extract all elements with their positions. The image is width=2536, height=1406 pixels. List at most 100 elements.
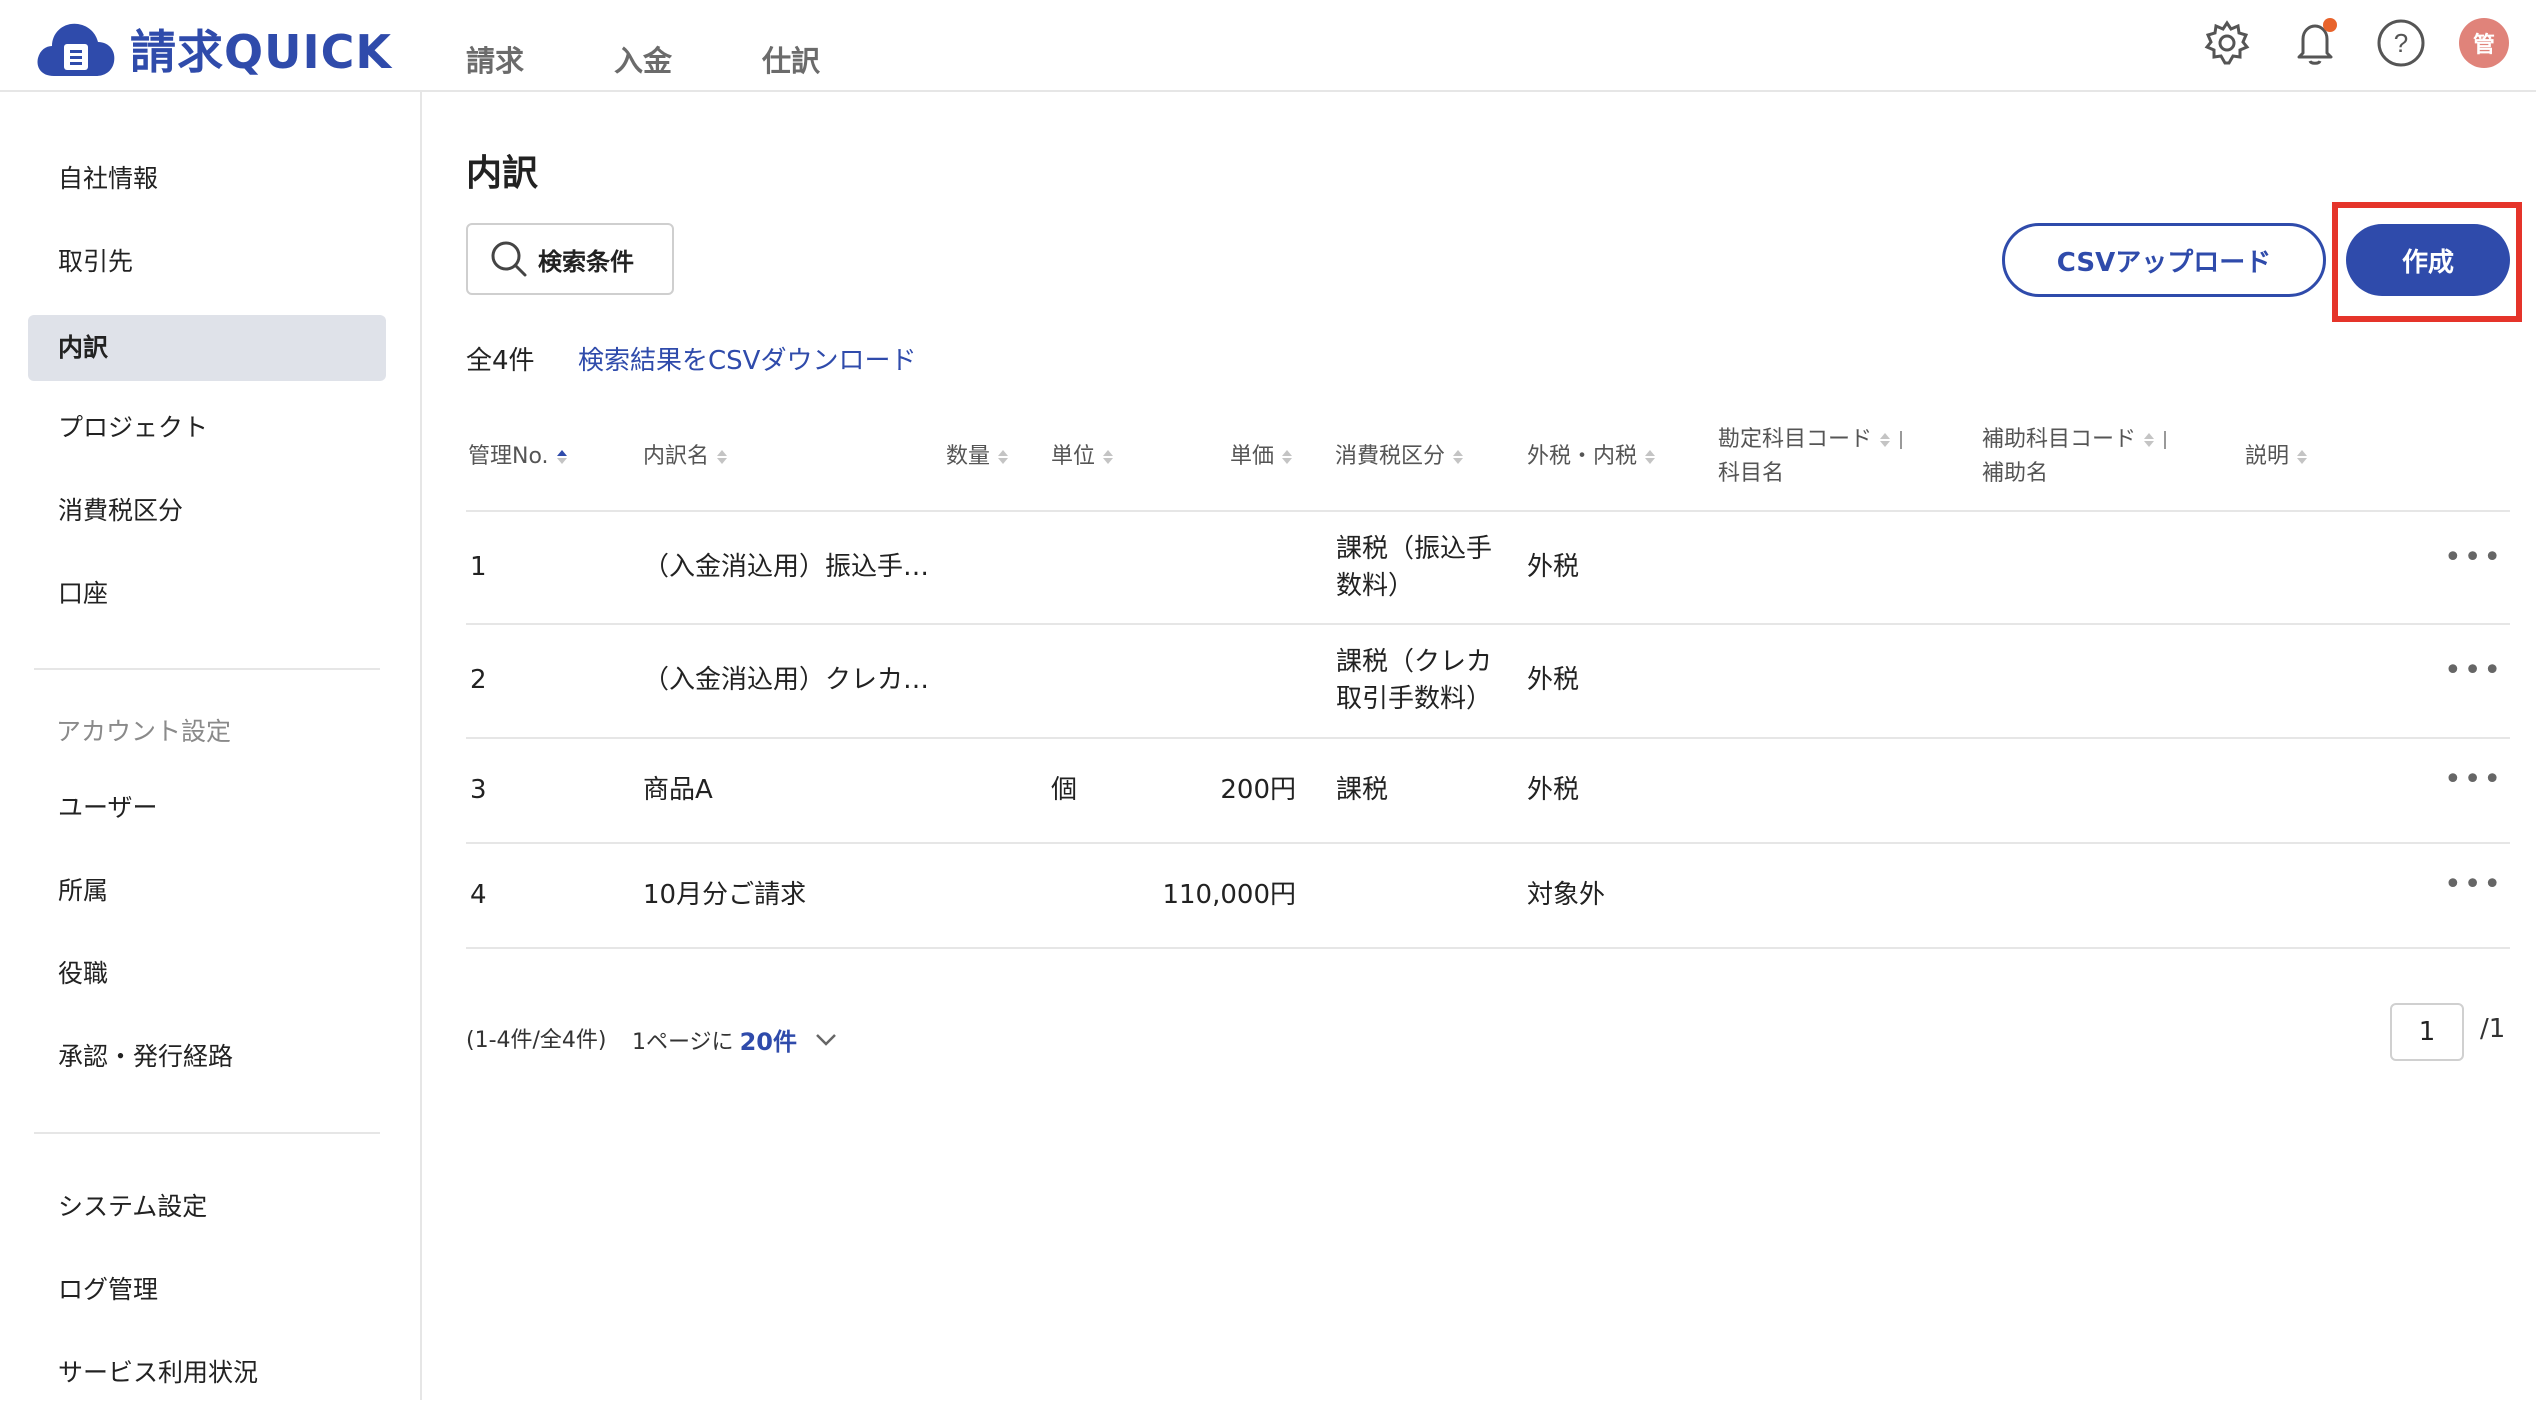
- sidebar: 自社情報 取引先 内訳 プロジェクト 消費税区分 口座 アカウント設定 ユーザー…: [0, 92, 422, 1400]
- table-divider: [466, 623, 2510, 625]
- sort-icon: [717, 450, 728, 464]
- search-conditions-label: 検索条件: [538, 247, 634, 276]
- column-header-sub-account[interactable]: 補助科目コード 補助名: [1982, 423, 2167, 491]
- column-header-tax-class[interactable]: 消費税区分: [1335, 440, 1464, 474]
- sidebar-item-system-settings[interactable]: システム設定: [28, 1174, 386, 1240]
- sidebar-item-positions[interactable]: 役職: [28, 941, 386, 1007]
- row-menu-icon[interactable]: •••: [2444, 762, 2503, 797]
- sort-icon: [1880, 433, 1891, 447]
- svg-text:?: ?: [2394, 28, 2408, 58]
- sort-icon: [1645, 450, 1656, 464]
- sidebar-item-company[interactable]: 自社情報: [28, 146, 386, 212]
- cell-name: 10月分ご請求: [643, 880, 807, 910]
- cell-tax-type: 外税: [1527, 775, 1580, 805]
- sort-icon: [556, 450, 567, 464]
- row-menu-icon[interactable]: •••: [2444, 867, 2503, 902]
- sort-icon: [1453, 450, 1464, 464]
- pagination-range: (1-4件/全4件): [466, 1028, 607, 1053]
- column-header-qty[interactable]: 数量: [946, 440, 1009, 474]
- cell-no: 3: [470, 775, 487, 805]
- search-icon: [491, 241, 527, 277]
- table-divider: [466, 842, 2510, 844]
- nav-payment[interactable]: 入金: [614, 38, 672, 80]
- cell-price: 200円: [1220, 775, 1296, 805]
- nav-journal[interactable]: 仕訳: [762, 38, 820, 80]
- sidebar-item-clients[interactable]: 取引先: [28, 229, 386, 295]
- search-conditions-button[interactable]: 検索条件: [466, 223, 674, 295]
- page-number-input[interactable]: 1: [2390, 1003, 2464, 1061]
- cell-tax-type: 外税: [1527, 552, 1580, 582]
- avatar[interactable]: 管: [2459, 18, 2509, 68]
- column-header-sub-name: 補助名: [1982, 461, 2049, 486]
- column-header-name[interactable]: 内訳名: [643, 440, 728, 474]
- gear-icon: [2204, 20, 2250, 65]
- app-logo[interactable]: 請求QUICK: [34, 16, 392, 82]
- sidebar-item-service-usage[interactable]: サービス利用状況: [28, 1340, 386, 1406]
- sidebar-item-accounts[interactable]: 口座: [28, 561, 386, 627]
- sidebar-item-departments[interactable]: 所属: [28, 858, 386, 924]
- top-nav: 請求 入金 仕訳: [466, 38, 820, 80]
- nav-invoice[interactable]: 請求: [466, 38, 524, 80]
- column-header-tax-type[interactable]: 外税・内税: [1527, 440, 1656, 474]
- cell-tax-class-line2: 数料）: [1336, 571, 1415, 601]
- sort-icon: [2144, 433, 2155, 447]
- per-page-value: 20件: [739, 1028, 797, 1056]
- cell-tax-type: 対象外: [1527, 880, 1606, 910]
- header-separator: [2164, 431, 2167, 449]
- app-name: 請求QUICK: [130, 25, 392, 79]
- column-header-price[interactable]: 単価: [1230, 440, 1293, 474]
- sidebar-item-users[interactable]: ユーザー: [28, 775, 386, 841]
- cell-name: （入金消込用）振込手…: [643, 552, 930, 582]
- help-icon: ?: [2377, 19, 2425, 67]
- header-separator: [1900, 431, 1903, 449]
- per-page-select[interactable]: 1ページに 20件: [632, 1022, 841, 1057]
- sidebar-item-approval-route[interactable]: 承認・発行経路: [28, 1024, 386, 1090]
- page-title: 内訳: [466, 153, 539, 194]
- cell-no: 1: [470, 552, 487, 582]
- sort-icon: [998, 450, 1009, 464]
- row-menu-icon[interactable]: •••: [2444, 540, 2503, 575]
- logo-cloud-icon: [37, 23, 115, 76]
- column-header-account-name: 科目名: [1718, 461, 1785, 486]
- result-count: 全4件: [466, 346, 535, 376]
- sidebar-heading-account: アカウント設定: [56, 717, 232, 746]
- create-button[interactable]: 作成: [2346, 224, 2510, 296]
- cell-tax-class: 課税（クレカ: [1336, 647, 1493, 677]
- sidebar-item-tax-class[interactable]: 消費税区分: [28, 478, 386, 544]
- column-header-unit[interactable]: 単位: [1051, 440, 1114, 474]
- sort-icon: [1103, 450, 1114, 464]
- per-page-label: 1ページに: [632, 1029, 734, 1055]
- sidebar-item-projects[interactable]: プロジェクト: [28, 395, 386, 461]
- page-total: /1: [2480, 1014, 2506, 1044]
- sidebar-item-log-management[interactable]: ログ管理: [28, 1257, 386, 1323]
- cell-tax-class-line2: 取引手数料）: [1336, 684, 1493, 714]
- sidebar-divider: [34, 1132, 380, 1134]
- cell-tax-class: 課税: [1336, 775, 1389, 805]
- csv-download-link[interactable]: 検索結果をCSVダウンロード: [578, 340, 916, 377]
- cell-no: 2: [470, 665, 487, 695]
- help-button[interactable]: ?: [2372, 14, 2430, 72]
- notification-button[interactable]: [2286, 14, 2344, 72]
- cell-name: 商品A: [643, 775, 713, 805]
- sidebar-item-breakdown[interactable]: 内訳: [28, 315, 386, 381]
- column-header-no[interactable]: 管理No.: [468, 440, 567, 474]
- top-bar: 請求QUICK 請求 入金 仕訳 ? 管: [0, 0, 2536, 92]
- cell-no: 4: [470, 880, 487, 910]
- csv-upload-button[interactable]: CSVアップロード: [2002, 223, 2326, 297]
- column-header-description[interactable]: 説明: [2245, 440, 2308, 474]
- column-header-account[interactable]: 勘定科目コード 科目名: [1718, 423, 1903, 491]
- sidebar-divider: [34, 668, 380, 670]
- cell-price: 110,000円: [1162, 880, 1296, 910]
- settings-button[interactable]: [2198, 14, 2256, 72]
- table-divider: [466, 510, 2510, 512]
- cell-tax-type: 外税: [1527, 665, 1580, 695]
- notification-badge: [2323, 18, 2337, 32]
- chevron-down-icon: [816, 1033, 836, 1046]
- cell-tax-class: 課税（振込手: [1336, 534, 1493, 564]
- table-divider: [466, 947, 2510, 949]
- sort-icon: [1282, 450, 1293, 464]
- table-divider: [466, 737, 2510, 739]
- cell-name: （入金消込用）クレカ…: [643, 665, 930, 695]
- row-menu-icon[interactable]: •••: [2444, 653, 2503, 688]
- sort-icon: [2297, 450, 2308, 464]
